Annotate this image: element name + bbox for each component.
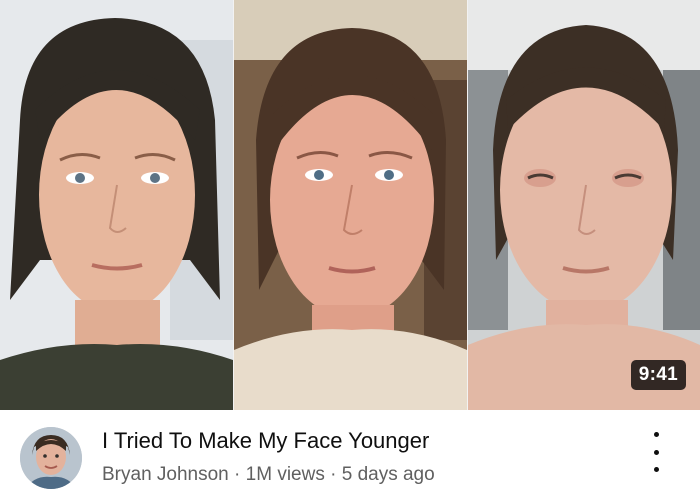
menu-dot — [653, 467, 659, 472]
video-subline: Bryan Johnson · 1M views · 5 days ago — [102, 464, 435, 486]
channel-avatar[interactable] — [20, 427, 82, 489]
face-image-1 — [0, 0, 233, 410]
thumbnail-panel-left — [0, 0, 233, 410]
menu-dot — [653, 432, 659, 437]
face-image-2 — [234, 0, 467, 410]
separator: · — [234, 464, 241, 485]
video-title[interactable]: I Tried To Make My Face Younger — [102, 428, 429, 454]
separator: · — [330, 464, 337, 485]
avatar-icon — [20, 427, 82, 489]
thumbnail-panel-middle — [234, 0, 467, 410]
view-count: 1M views — [245, 464, 325, 485]
face-image-3 — [468, 0, 700, 410]
more-vert-icon[interactable] — [648, 432, 664, 472]
video-meta: I Tried To Make My Face Younger Bryan Jo… — [0, 410, 700, 504]
duration-badge: 9:41 — [630, 360, 686, 390]
thumbnail-panel-right — [468, 0, 700, 410]
menu-dot — [653, 449, 659, 455]
channel-name[interactable]: Bryan Johnson — [102, 464, 229, 485]
video-thumbnail[interactable]: 9:41 — [0, 0, 700, 410]
upload-age: 5 days ago — [341, 464, 435, 485]
